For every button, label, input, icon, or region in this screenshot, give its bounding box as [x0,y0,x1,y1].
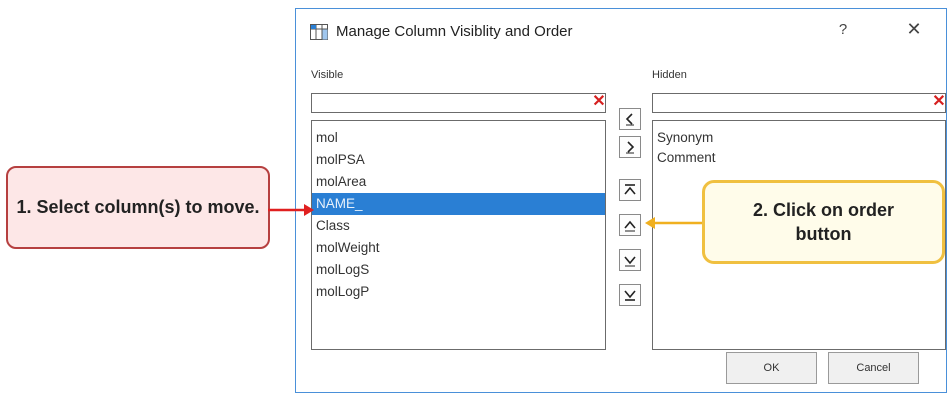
red-pointer-arrow-icon [268,204,314,216]
list-item[interactable]: Class [316,215,350,237]
clear-visible-filter-icon[interactable]: ✕ [591,93,607,111]
order-button-callout-text: 2. Click on order button [752,199,895,244]
visible-columns-list[interactable]: mol molPSA molArea NAME_ Class molWeight… [311,120,606,350]
hidden-filter-input[interactable]: ✕ [652,93,946,113]
select-columns-callout-text: 1. Select column(s) to move. [16,197,260,218]
list-item[interactable]: molWeight [316,237,380,259]
list-item[interactable]: molPSA [316,149,365,171]
hidden-label: Hidden [652,69,687,81]
move-top-icon [624,184,636,195]
move-up-button[interactable] [619,214,641,236]
visible-filter-input[interactable]: ✕ [311,93,606,113]
list-item[interactable]: molLogS [316,259,369,281]
order-button-callout: 2. Click on order button [702,180,945,264]
chevron-up-icon [624,220,636,232]
clear-hidden-filter-icon[interactable]: ✕ [931,93,947,111]
list-item[interactable]: mol [316,127,338,149]
list-item[interactable]: molLogP [316,281,369,303]
close-button[interactable]: ✕ [902,19,926,40]
list-item[interactable]: molArea [316,171,366,193]
select-columns-callout: 1. Select column(s) to move. [6,166,270,249]
visible-label: Visible [311,69,344,81]
dialog-title: Manage Column Visiblity and Order [336,23,573,40]
move-right-button[interactable] [619,136,641,158]
cancel-button[interactable]: Cancel [828,352,919,384]
chevron-left-icon [625,113,634,126]
list-item[interactable]: Synonym [657,127,713,149]
list-item-selected[interactable]: NAME_ [312,193,605,215]
move-bottom-icon [624,290,636,301]
chevron-right-icon [626,141,635,154]
title-bar: Manage Column Visiblity and Order ? ✕ [296,9,946,55]
columns-app-icon [310,24,328,40]
list-item[interactable]: Comment [657,147,716,169]
move-to-top-button[interactable] [619,179,641,201]
ok-button[interactable]: OK [726,352,817,384]
move-down-button[interactable] [619,249,641,271]
yellow-pointer-arrow-icon [645,217,705,229]
help-button[interactable]: ? [833,21,853,38]
move-left-button[interactable] [619,108,641,130]
chevron-down-icon [624,256,636,267]
move-to-bottom-button[interactable] [619,284,641,306]
